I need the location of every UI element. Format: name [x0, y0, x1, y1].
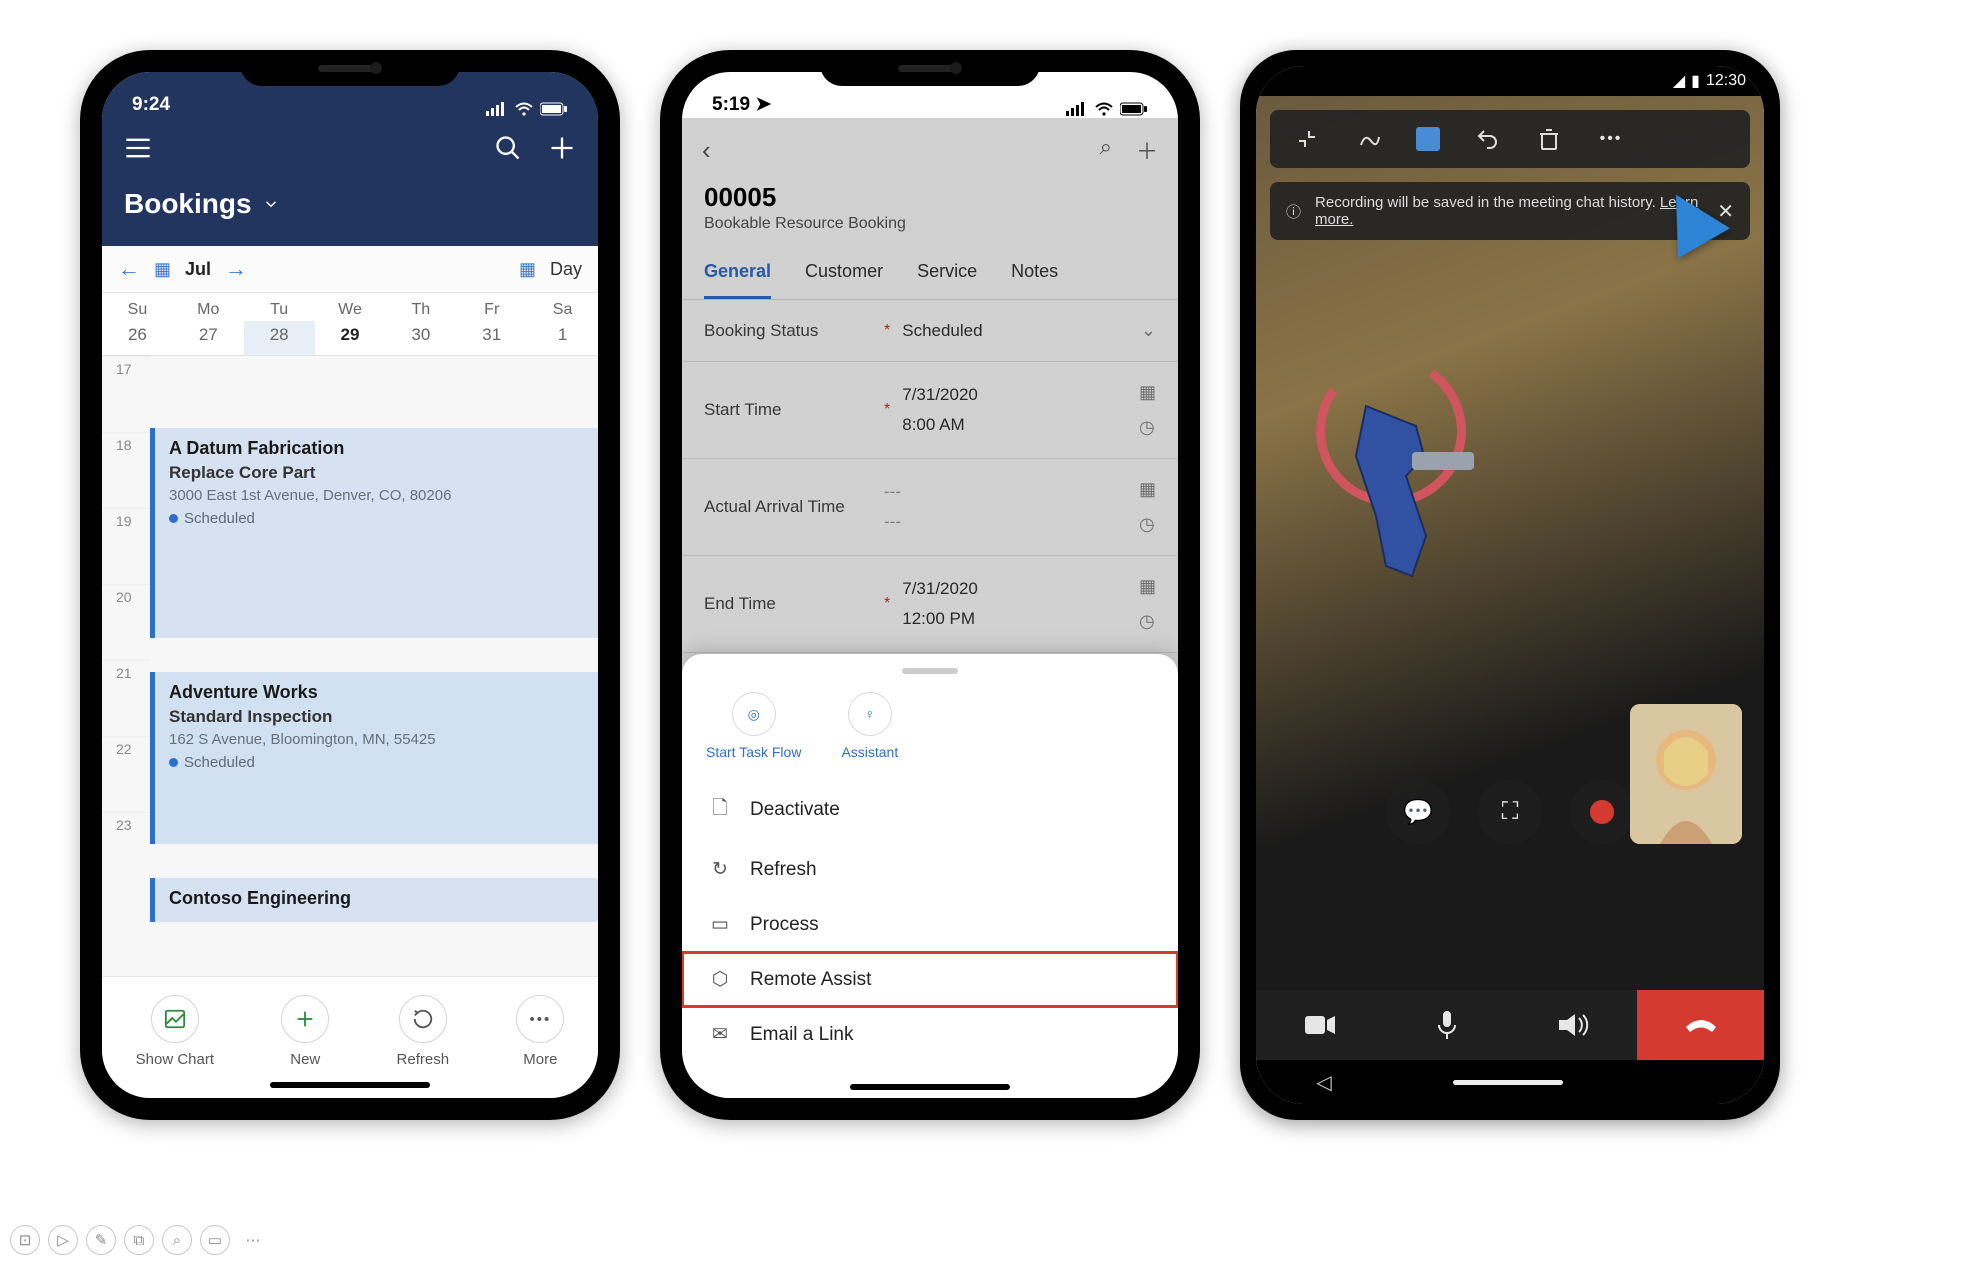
sheet-item-refresh[interactable]: ↻Refresh	[682, 842, 1178, 897]
home-indicator[interactable]	[850, 1084, 1010, 1090]
calendar-nav: ← ▦ Jul → ▦ Day	[102, 246, 598, 293]
refresh-button[interactable]: Refresh	[397, 995, 450, 1068]
capture-button[interactable]: ⛶	[1478, 780, 1542, 844]
month-label[interactable]: Jul	[185, 259, 211, 280]
draw-icon[interactable]	[1354, 124, 1384, 154]
sheet-item-email-link[interactable]: ✉Email a Link	[682, 1007, 1178, 1062]
add-icon[interactable]	[548, 134, 576, 162]
android-nav-bar: ◁	[1256, 1060, 1764, 1104]
status-icons	[486, 102, 568, 116]
host-tool[interactable]: ▷	[48, 1225, 78, 1255]
signal-icon	[1066, 102, 1088, 116]
host-tool[interactable]: ⌕	[162, 1225, 192, 1255]
show-chart-button[interactable]: Show Chart	[136, 995, 214, 1068]
grabber[interactable]	[902, 668, 958, 674]
phone-bookings: 9:24 Bookings	[80, 50, 620, 1120]
assistant-button[interactable]: ♀Assistant	[841, 692, 898, 760]
status-time: 9:24	[132, 94, 170, 116]
record-button[interactable]	[1570, 780, 1634, 844]
refresh-icon	[412, 1008, 434, 1030]
annotation-toolbar: •••	[1270, 110, 1750, 168]
video-feed[interactable]: ••• ⓘ Recording will be saved in the mee…	[1256, 96, 1764, 994]
booking-item[interactable]: Contoso Engineering	[150, 878, 598, 922]
new-button[interactable]: New	[281, 995, 329, 1068]
back-icon[interactable]: ◁	[1316, 1070, 1331, 1095]
host-tool[interactable]: ▭	[200, 1225, 230, 1255]
battery-icon	[540, 102, 568, 116]
wifi-icon	[1094, 102, 1114, 116]
status-bar: ◢ ▮ 12:30	[1256, 66, 1764, 96]
phone-record: 5:19 ➤ ‹ ⌕ ＋ 00005 Bookable Resource Boo…	[660, 50, 1200, 1120]
page-title-dropdown[interactable]: Bookings	[124, 188, 576, 220]
calendar-icon: ▦	[519, 259, 536, 280]
self-video-pip[interactable]	[1630, 704, 1742, 844]
host-toolbar: ⊡ ▷ ✎ ⧉ ⌕ ▭ ⋯	[0, 1225, 268, 1255]
more-icon[interactable]: •••	[1596, 124, 1626, 154]
host-tool[interactable]: ✎	[86, 1225, 116, 1255]
status-dot-icon	[169, 758, 178, 767]
hangup-button[interactable]	[1637, 990, 1764, 1060]
next-arrow-icon[interactable]: →	[225, 256, 247, 282]
prev-arrow-icon[interactable]: ←	[118, 256, 140, 282]
search-icon[interactable]	[494, 134, 522, 162]
start-task-flow-button[interactable]: ◎Start Task Flow	[706, 692, 801, 760]
speaker-button[interactable]	[1510, 990, 1637, 1060]
home-indicator[interactable]	[270, 1082, 430, 1088]
mic-toggle-button[interactable]	[1383, 990, 1510, 1060]
more-button[interactable]: •••More	[516, 995, 564, 1068]
sheet-item-remote-assist[interactable]: ⬡Remote Assist	[682, 952, 1178, 1007]
battery-icon	[1120, 102, 1148, 116]
menu-icon[interactable]	[124, 134, 152, 162]
lightbulb-icon: ♀	[848, 692, 892, 736]
plus-icon	[294, 1008, 316, 1030]
location-icon: ➤	[755, 94, 771, 115]
process-icon: ▭	[708, 913, 732, 936]
action-bar: Show Chart New Refresh •••More	[102, 976, 598, 1094]
trash-icon[interactable]	[1534, 124, 1564, 154]
home-pill-icon[interactable]	[1453, 1080, 1563, 1085]
status-dot-icon	[169, 514, 178, 523]
wifi-icon	[514, 102, 534, 116]
sheet-item-deactivate[interactable]: 🗋Deactivate	[682, 778, 1178, 842]
chart-icon	[164, 1008, 186, 1030]
signal-icon: ◢	[1673, 71, 1685, 91]
status-time: 12:30	[1706, 72, 1746, 90]
remote-assist-icon: ⬡	[708, 968, 732, 991]
sheet-item-process[interactable]: ▭Process	[682, 897, 1178, 952]
calendar-icon: ▦	[154, 259, 171, 280]
call-bar	[1256, 990, 1764, 1060]
week-day-header: SuMo TuWe ThFrSa	[102, 293, 598, 321]
target-icon: ◎	[732, 692, 776, 736]
signal-icon	[486, 102, 508, 116]
app-header: Bookings	[102, 118, 598, 246]
chat-button[interactable]: 💬	[1386, 780, 1450, 844]
host-tool[interactable]: ⊡	[10, 1225, 40, 1255]
chevron-down-icon	[262, 195, 280, 213]
refresh-icon: ↻	[708, 858, 732, 881]
banner-text: Recording will be saved in the meeting c…	[1315, 194, 1703, 228]
undo-icon[interactable]	[1472, 124, 1502, 154]
status-icons	[1066, 102, 1148, 116]
info-icon: ⓘ	[1286, 201, 1301, 222]
action-sheet: ◎Start Task Flow ♀Assistant 🗋Deactivate …	[682, 654, 1178, 1098]
email-icon: ✉	[708, 1023, 732, 1046]
week-date-header[interactable]: 2627 2829 30311	[102, 321, 598, 356]
video-toggle-button[interactable]	[1256, 990, 1383, 1060]
more-icon: •••	[516, 995, 564, 1043]
booking-item[interactable]: Adventure Works Standard Inspection 162 …	[150, 672, 598, 844]
color-picker-icon[interactable]	[1416, 127, 1440, 151]
air-tool-illustration	[1336, 396, 1476, 596]
phone-remote-assist: ◢ ▮ 12:30 ••• ⓘ Recording will be saved …	[1240, 50, 1780, 1120]
deactivate-icon: 🗋	[708, 794, 732, 826]
host-tool[interactable]: ⋯	[238, 1225, 268, 1255]
booking-item[interactable]: A Datum Fabrication Replace Core Part 30…	[150, 428, 598, 638]
collapse-icon[interactable]	[1292, 124, 1322, 154]
host-tool[interactable]: ⧉	[124, 1225, 154, 1255]
battery-icon: ▮	[1691, 71, 1700, 91]
calendar-body[interactable]: 1718 1920 2122 23 A Datum Fabrication Re…	[102, 356, 598, 976]
view-mode[interactable]: Day	[550, 259, 582, 280]
status-time: 5:19	[712, 94, 750, 115]
